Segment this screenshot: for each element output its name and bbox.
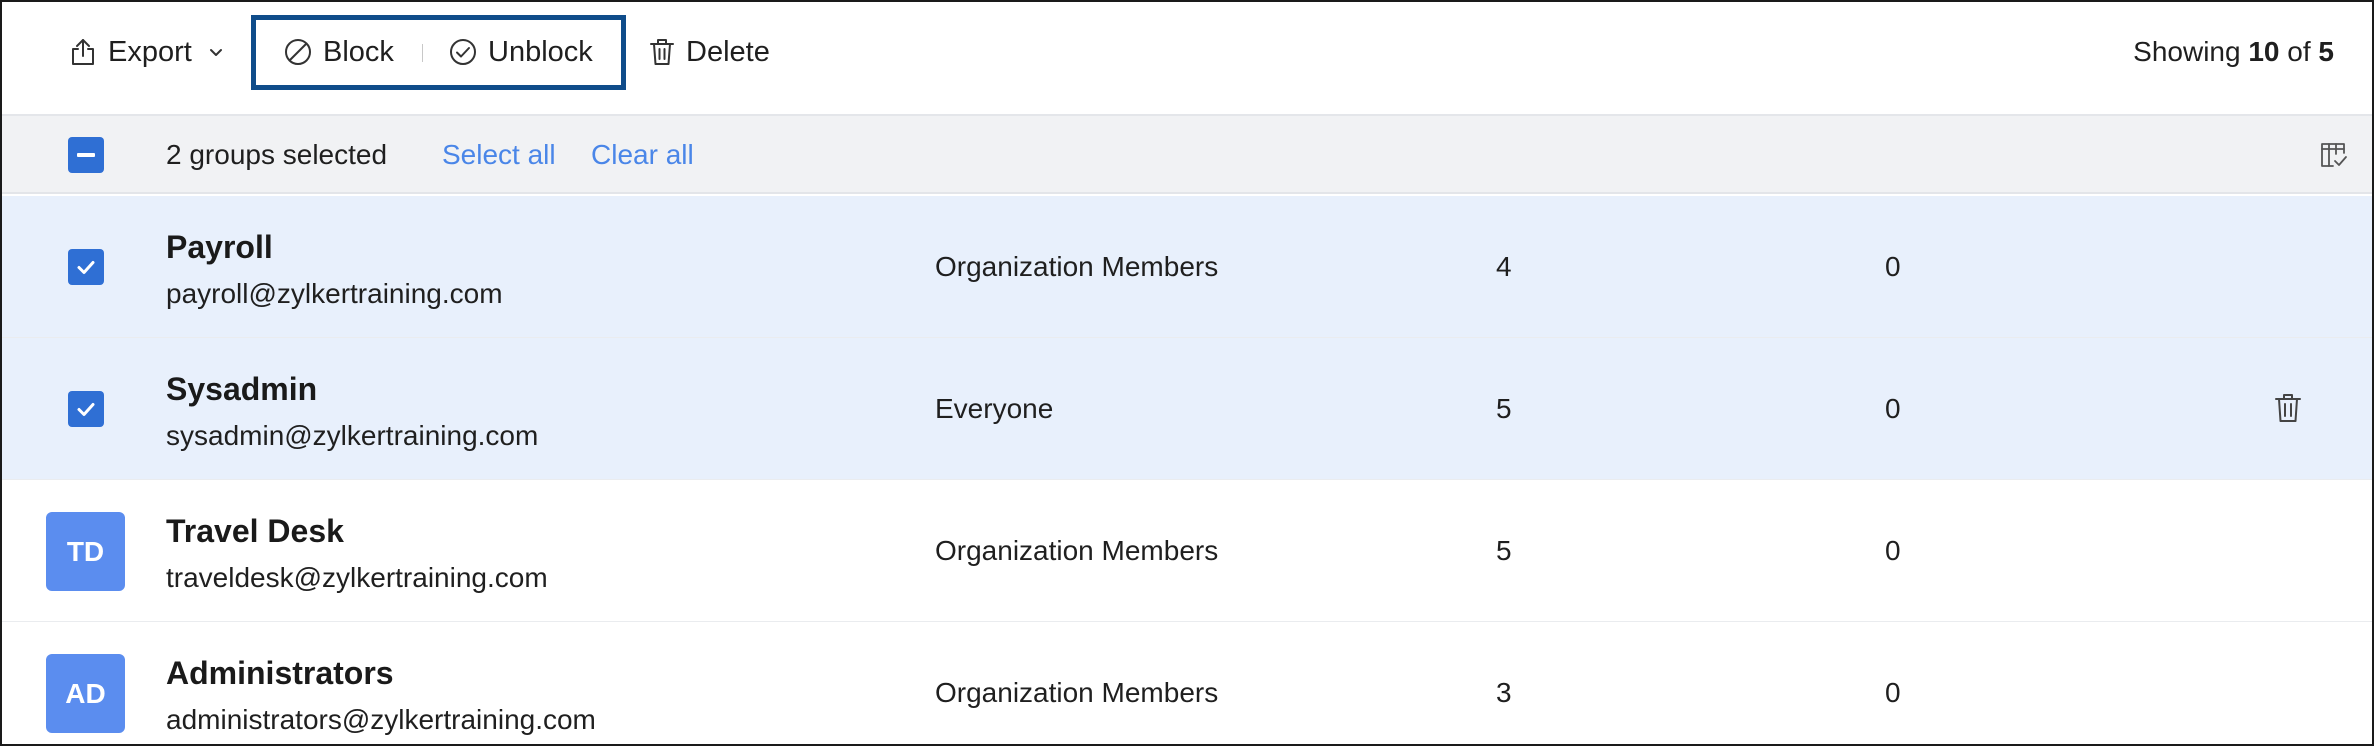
block-button[interactable]: Block [283,2,394,102]
delete-label: Delete [686,35,770,68]
unblock-button[interactable]: Unblock [448,2,593,102]
chevron-down-icon [209,49,222,56]
group-members-count: 3 [1496,677,1512,708]
avatar: TD [46,512,125,591]
showing-of: of [2287,36,2311,67]
avatar: AD [46,654,125,733]
group-name: Sysadmin [166,371,318,407]
group-email: sysadmin@zylkertraining.com [166,420,539,451]
group-count: 0 [1885,677,1901,708]
export-label: Export [108,35,192,68]
group-type: Organization Members [935,535,1219,566]
clear-all-link[interactable]: Clear all [591,116,694,194]
group-members-count: 5 [1496,535,1512,566]
group-count: 0 [1885,393,1901,424]
table-row[interactable]: Sysadmin sysadmin@zylkertraining.com Eve… [2,338,2372,480]
select-all-checkbox[interactable] [68,137,104,173]
showing-total: 5 [2318,36,2334,67]
table-row[interactable]: AD Administrators administrators@zylkert… [2,622,2372,744]
groups-panel: Export Block Unblock Delete Showing 10 o… [0,0,2374,746]
checkmark-icon [77,261,95,274]
export-button[interactable]: Export [68,2,224,102]
group-name: Administrators [166,655,394,691]
table-row[interactable]: Payroll payroll@zylkertraining.com Organ… [2,196,2372,338]
selection-summary: 2 groups selected [166,139,388,170]
check-circle-icon [450,39,476,65]
group-members-count: 5 [1496,393,1512,424]
toolbar-divider [422,44,423,62]
pagination-status: Showing 10 of 5 [2133,2,2334,102]
group-count: 0 [1885,535,1901,566]
unblock-label: Unblock [488,35,593,68]
group-type: Organization Members [935,677,1219,708]
row-checkbox[interactable] [68,391,104,427]
group-email: payroll@zylkertraining.com [166,278,503,309]
group-type: Everyone [935,393,1054,424]
row-checkbox[interactable] [68,249,104,285]
group-name: Payroll [166,229,273,265]
select-all-link[interactable]: Select all [442,116,556,194]
showing-count: 10 [2248,36,2280,67]
group-members-count: 4 [1496,251,1512,282]
column-settings-icon[interactable] [2318,140,2348,170]
group-type: Organization Members [935,251,1219,282]
checkmark-icon [77,403,95,416]
delete-button[interactable]: Delete [648,2,770,102]
group-name: Travel Desk [166,513,344,549]
selection-bar: 2 groups selected Select all Clear all [2,116,2372,194]
group-count: 0 [1885,251,1901,282]
block-icon [285,39,311,65]
trash-icon [650,39,674,65]
table-row[interactable]: TD Travel Desk traveldesk@zylkertraining… [2,480,2372,622]
toolbar: Export Block Unblock Delete Showing 10 o… [2,2,2372,116]
block-label: Block [323,35,394,68]
showing-prefix: Showing [2133,36,2241,67]
trash-icon[interactable] [2273,391,2303,425]
export-icon [72,39,94,65]
group-email: traveldesk@zylkertraining.com [166,562,548,593]
group-email: administrators@zylkertraining.com [166,704,596,735]
